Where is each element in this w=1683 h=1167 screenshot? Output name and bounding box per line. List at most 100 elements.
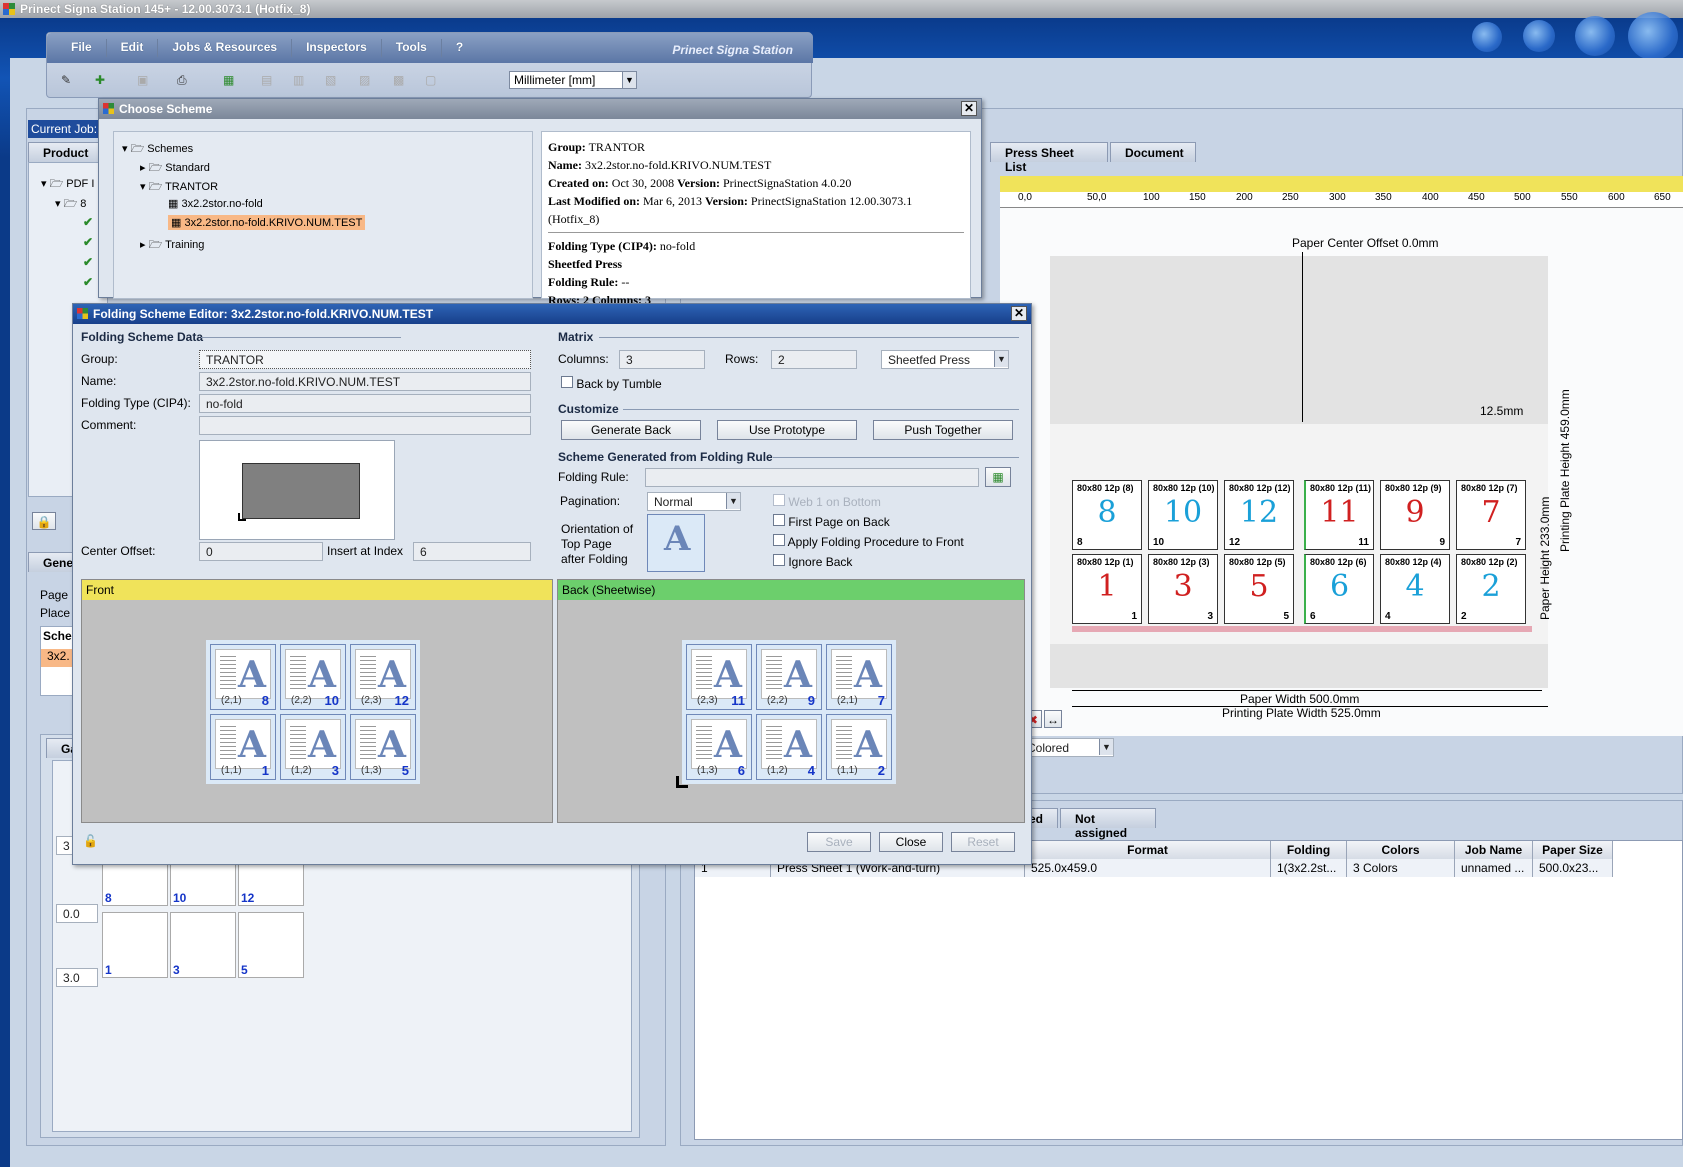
rows-field[interactable]: 2 [771, 350, 857, 369]
col-colors[interactable]: Colors [1347, 841, 1455, 859]
folding-rule-field[interactable] [645, 468, 979, 487]
menu-inspectors[interactable]: Inspectors [292, 39, 382, 57]
back-tile[interactable]: A (1,3) 6 [686, 714, 752, 780]
color-mode-select[interactable]: Colored ▼ [1020, 738, 1114, 757]
front-tile[interactable]: A (2,3) 12 [350, 644, 416, 710]
folding-type-field[interactable]: no-fold [199, 394, 531, 413]
thumbnail[interactable]: 5 [238, 912, 304, 978]
menu-help[interactable]: ? [442, 39, 477, 57]
tool-icon[interactable]: ▤ [261, 73, 277, 87]
tree-schemes[interactable]: ▾ 🗁 Schemes [122, 140, 193, 159]
group-field[interactable]: TRANTOR [199, 350, 531, 369]
save-button[interactable]: Save [807, 832, 871, 852]
tree-item-scheme-selected[interactable]: ▦ 3x2.2stor.no-fold.KRIVO.NUM.TEST [168, 215, 366, 230]
sheet-page-8[interactable]: 80x80 12p (8) 8 8 [1072, 480, 1142, 550]
tab-press-sheet-list[interactable]: Press Sheet List [990, 142, 1108, 174]
tree-item-scheme[interactable]: ▦ 3x2.2stor.no-fold [168, 197, 263, 210]
tree-training[interactable]: ▸ 🗁 Training [140, 236, 204, 255]
col-paper-size[interactable]: Paper Size [1533, 841, 1613, 859]
scheme-icon[interactable]: ▦ [223, 73, 239, 87]
ignore-back-checkbox[interactable]: Ignore Back [773, 554, 852, 569]
generate-back-button[interactable]: Generate Back [561, 420, 701, 440]
name-field[interactable]: 3x2.2stor.no-fold.KRIVO.NUM.TEST [199, 372, 531, 391]
tool-icon[interactable]: ▢ [425, 73, 441, 87]
scheme-picker-icon[interactable]: ▦ [985, 467, 1011, 487]
tab-not-assigned[interactable]: Not assigned [1060, 808, 1156, 840]
tab-product[interactable]: Product P [28, 142, 108, 174]
lock-icon[interactable]: 🔒 [32, 512, 56, 530]
thumbnail[interactable]: 8 [102, 858, 168, 906]
use-prototype-button[interactable]: Use Prototype [717, 420, 857, 440]
print-icon[interactable]: ⎙ [177, 73, 193, 87]
tree-node-8[interactable]: ▾ 🗁 8 [55, 195, 86, 214]
tool-icon[interactable]: ▨ [359, 73, 375, 87]
sheet-page-10[interactable]: 80x80 12p (10) 10 10 [1148, 480, 1218, 550]
col-job-name[interactable]: Job Name [1455, 841, 1533, 859]
col-format[interactable]: Format [1025, 841, 1271, 859]
lock-icon[interactable]: 🔓 [83, 834, 98, 848]
sheet-page-5[interactable]: 80x80 12p (5) 5 5 [1224, 554, 1294, 624]
unit-select[interactable]: Millimeter [mm] ▼ [509, 71, 637, 89]
scheme-row[interactable]: 3x2. [41, 649, 73, 667]
thumbnail[interactable]: 12 [238, 858, 304, 906]
press-type-select[interactable]: Sheetfed Press ▼ [881, 350, 1009, 369]
sheet-page-2[interactable]: 80x80 12p (2) 2 2 [1456, 554, 1526, 624]
new-icon[interactable]: ✚ [95, 73, 111, 87]
tab-document[interactable]: Document [1110, 142, 1196, 162]
sheet-page-1[interactable]: 80x80 12p (1) 1 1 [1072, 554, 1142, 624]
tree-tranto[interactable]: ▾ 🗁 TRANTOR [140, 178, 218, 197]
tool-icon[interactable]: ▩ [393, 73, 409, 87]
tree-standard[interactable]: ▸ 🗁 Standard [140, 159, 210, 178]
page-index: 9 [1439, 537, 1445, 548]
section-folding-data: Folding Scheme Data [81, 330, 204, 344]
back-tile[interactable]: A (1,2) 4 [756, 714, 822, 780]
value-field[interactable]: 0.0 [56, 904, 98, 923]
reset-button[interactable]: Reset [951, 832, 1015, 852]
thumbnail[interactable]: 10 [170, 858, 236, 906]
sheet-page-3[interactable]: 80x80 12p (3) 3 3 [1148, 554, 1218, 624]
sheet-page-11[interactable]: 80x80 12p (11) 11 11 [1304, 480, 1374, 550]
back-by-tumble-checkbox[interactable]: Back by Tumble [561, 376, 662, 391]
back-tile[interactable]: A (2,2) 9 [756, 644, 822, 710]
columns-field[interactable]: 3 [619, 350, 705, 369]
insert-index-field[interactable]: 6 [413, 542, 531, 561]
menu-jobs-resources[interactable]: Jobs & Resources [158, 39, 293, 57]
thumbnail[interactable]: 1 [102, 912, 168, 978]
sheet-page-12[interactable]: 80x80 12p (12) 12 12 [1224, 480, 1294, 550]
front-tile[interactable]: A (1,1) 1 [210, 714, 276, 780]
first-page-back-checkbox[interactable]: First Page on Back [773, 514, 890, 529]
tool-icon[interactable]: ▥ [293, 73, 309, 87]
sheet-page-4[interactable]: 80x80 12p (4) 4 4 [1380, 554, 1450, 624]
center-offset-field[interactable]: 0 [199, 542, 323, 561]
menu-tools[interactable]: Tools [382, 39, 442, 57]
front-tile[interactable]: A (1,2) 3 [280, 714, 346, 780]
tool-icon[interactable]: ▧ [325, 73, 341, 87]
menu-edit[interactable]: Edit [107, 39, 159, 57]
pagination-select[interactable]: Normal ▼ [647, 492, 741, 511]
save-icon[interactable]: ▣ [137, 73, 153, 87]
tree-node-pdf[interactable]: ▾ 🗁 PDF I [41, 175, 94, 194]
sheet-page-7[interactable]: 80x80 12p (7) 7 7 [1456, 480, 1526, 550]
close-icon[interactable]: ✕ [1011, 306, 1027, 321]
col-folding-sheet[interactable]: Folding Sheet [1271, 841, 1347, 875]
open-icon[interactable]: ✎ [61, 73, 77, 87]
back-tile[interactable]: A (2,3) 11 [686, 644, 752, 710]
push-together-button[interactable]: Push Together [873, 420, 1013, 440]
menu-file[interactable]: File [57, 39, 107, 57]
fit-width-icon[interactable]: ↔ [1044, 710, 1062, 728]
comment-field[interactable] [199, 416, 531, 435]
front-tile[interactable]: A (2,2) 10 [280, 644, 346, 710]
back-tile[interactable]: A (1,1) 2 [826, 714, 892, 780]
back-tile[interactable]: A (2,1) 7 [826, 644, 892, 710]
apply-folding-checkbox[interactable]: Apply Folding Procedure to Front [773, 534, 964, 549]
sheet-page-9[interactable]: 80x80 12p (9) 9 9 [1380, 480, 1450, 550]
front-tile[interactable]: A (2,1) 8 [210, 644, 276, 710]
orientation-preview[interactable]: A [647, 514, 705, 572]
close-button[interactable]: Close [879, 832, 943, 852]
value-field[interactable]: 3.0 [56, 968, 98, 987]
close-icon[interactable]: ✕ [961, 101, 977, 116]
thumbnail[interactable]: 3 [170, 912, 236, 978]
sheet-page-6[interactable]: 80x80 12p (6) 6 6 [1304, 554, 1374, 624]
front-tile[interactable]: A (1,3) 5 [350, 714, 416, 780]
web1-bottom-checkbox[interactable]: Web 1 on Bottom [773, 494, 881, 509]
